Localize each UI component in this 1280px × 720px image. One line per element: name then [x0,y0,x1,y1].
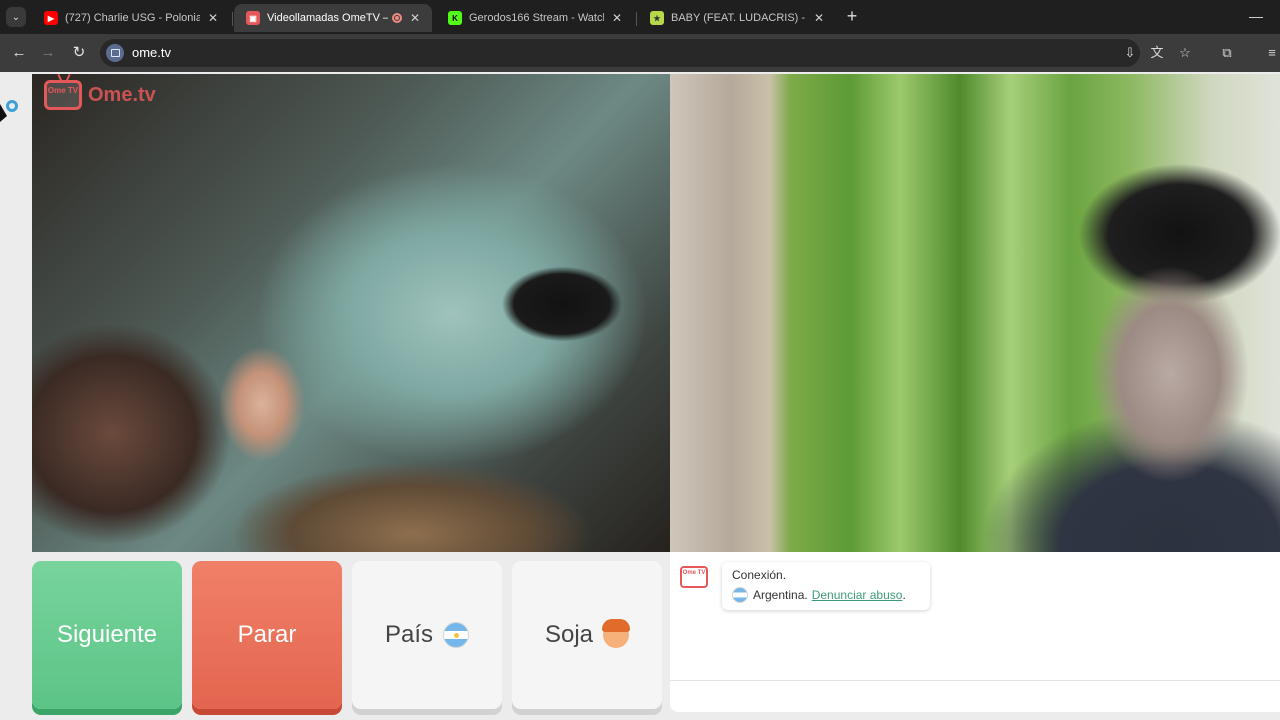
ometv-logo[interactable]: Ome TV Ome.tv [44,80,156,110]
country-filter-button[interactable]: País [352,561,502,709]
chat-panel: Ome TV Conexión. Argentina . Denunciar a… [670,552,1280,712]
close-tab-icon[interactable]: ✕ [812,11,826,25]
browser-tab-strip: ⌄ ▶ (727) Charlie USG - Polonia (Lyr ✕ ▣… [0,0,1280,34]
reload-icon[interactable]: ↻ [68,42,90,64]
stranger-video [32,74,670,552]
forward-arrow-icon[interactable]: → [37,42,59,64]
kick-icon: K [448,11,462,25]
new-tab-button[interactable]: + [842,6,862,26]
media-controls-icon[interactable]: ≡ [1262,43,1280,63]
bookmark-star-icon[interactable]: ☆ [1175,43,1195,63]
star-favicon-icon: ★ [650,11,664,25]
argentina-flag-icon [443,622,470,648]
close-tab-icon[interactable]: ✕ [610,11,624,25]
gender-filter-button[interactable]: Soja [512,561,662,709]
argentina-flag-icon [732,587,748,603]
tv-icon: Ome TV [44,80,82,110]
self-camera-video [670,74,1280,552]
translate-icon[interactable]: 文 [1147,43,1167,63]
next-button-label: Siguiente [56,621,158,648]
recording-indicator-icon [392,13,402,23]
tab-kick-stream[interactable]: K Gerodos166 Stream - Watch Liv ✕ [436,4,634,32]
tab-ometv[interactable]: ▣ Videollamadas OmeTV — A ✕ [234,4,432,32]
tab-search-chevron-icon[interactable]: ⌄ [6,7,26,27]
gender-button-label: Soja [544,621,594,648]
tab-baby-lyrics[interactable]: ★ BABY (FEAT. LUDACRIS) - Justin ✕ [638,4,836,32]
country-separator: . [804,588,808,602]
tab-title: BABY (FEAT. LUDACRIS) - Justin [671,12,806,24]
site-camera-icon[interactable] [106,44,124,62]
ometv-icon: ▣ [246,11,260,25]
url-text[interactable]: ome.tv [132,45,171,60]
tab-separator [232,12,233,26]
stop-button[interactable]: Parar [192,561,342,709]
connection-message: Conexión. Argentina . Denunciar abuso . [722,562,930,610]
person-avatar-icon [602,619,631,648]
tab-separator [636,12,637,26]
country-button-label: País [384,621,434,648]
close-tab-icon[interactable]: ✕ [206,11,220,25]
connection-status: Conexión. [732,568,787,582]
tab-youtube[interactable]: ▶ (727) Charlie USG - Polonia (Lyr ✕ [32,4,230,32]
report-suffix: . [902,588,906,602]
stop-button-label: Parar [237,621,297,648]
tab-title: Videollamadas OmeTV — A [267,12,388,24]
back-arrow-icon[interactable]: ← [8,42,30,64]
minimize-window-button[interactable]: — [1246,6,1266,26]
report-abuse-link[interactable]: Denunciar abuso [812,588,903,602]
extensions-puzzle-icon[interactable]: ⧉ [1217,43,1237,63]
ometv-chat-icon: Ome TV [680,566,708,588]
address-bar[interactable]: ome.tv [100,39,1140,67]
browser-toolbar: ← → ↻ ome.tv ⇩ 文 ☆ ⧉ ≡ [0,34,1280,72]
tab-title: (727) Charlie USG - Polonia (Lyr [65,12,200,24]
youtube-icon: ▶ [44,11,58,25]
chat-input-divider [670,680,1280,681]
mouse-cursor-icon [0,104,7,122]
close-tab-icon[interactable]: ✕ [408,11,422,25]
tab-title: Gerodos166 Stream - Watch Liv [469,12,604,24]
install-app-icon[interactable]: ⇩ [1120,43,1140,63]
logo-text: Ome.tv [88,83,156,106]
loading-ring-icon [6,100,18,112]
partner-country: Argentina [753,588,805,602]
next-button[interactable]: Siguiente [32,561,182,709]
